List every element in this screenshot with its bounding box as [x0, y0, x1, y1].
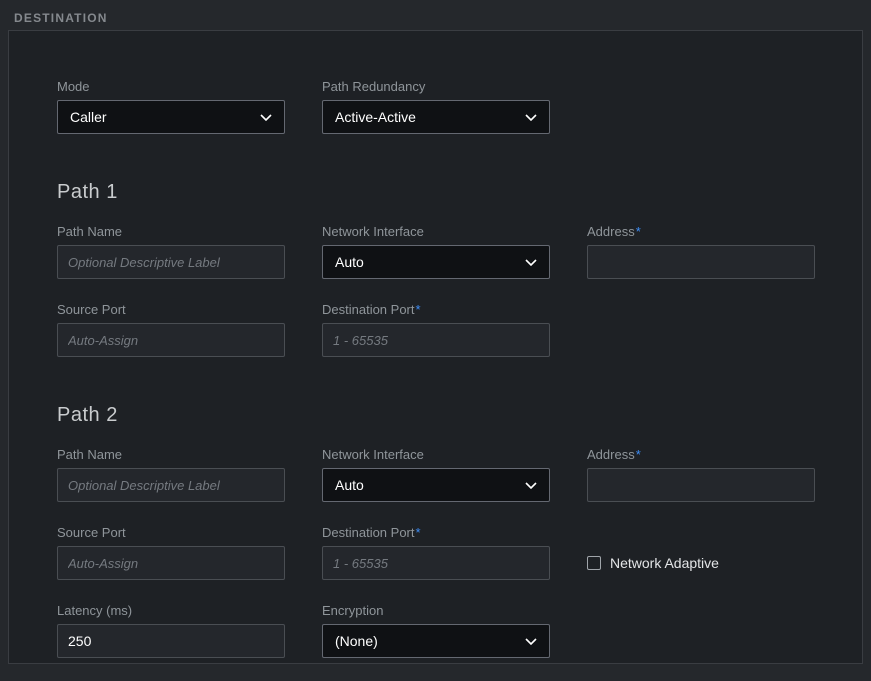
path-redundancy-field: Path Redundancy Active-Active	[322, 79, 550, 134]
path1-name-label: Path Name	[57, 224, 285, 239]
destination-panel: Mode Caller Path Redundancy Active-Activ…	[8, 30, 863, 664]
section-title-destination: DESTINATION	[14, 11, 108, 25]
path-redundancy-label: Path Redundancy	[322, 79, 550, 94]
chevron-down-icon	[525, 114, 537, 121]
latency-input[interactable]	[57, 624, 285, 658]
required-marker: *	[416, 525, 421, 540]
path2-network-interface-label: Network Interface	[322, 447, 550, 462]
mode-select-value: Caller	[70, 109, 107, 125]
path1-heading: Path 1	[57, 181, 815, 204]
path1-destination-port-input[interactable]	[322, 323, 550, 357]
encryption-label: Encryption	[322, 603, 550, 618]
chevron-down-icon	[525, 259, 537, 266]
path2-network-interface-value: Auto	[335, 477, 364, 493]
path2-source-port-field: Source Port	[57, 525, 285, 580]
path2-network-interface-select[interactable]: Auto	[322, 468, 550, 502]
path2-name-input[interactable]	[57, 468, 285, 502]
path1-network-interface-select[interactable]: Auto	[322, 245, 550, 279]
path1-source-port-field: Source Port	[57, 302, 285, 357]
path1-destination-port-label: Destination Port	[322, 302, 415, 317]
path2-destination-port-input[interactable]	[322, 546, 550, 580]
network-adaptive-label: Network Adaptive	[610, 555, 719, 571]
path1-network-interface-field: Network Interface Auto	[322, 224, 550, 279]
path1-name-input[interactable]	[57, 245, 285, 279]
path2-address-field: Address*	[587, 447, 815, 502]
encryption-select[interactable]: (None)	[322, 624, 550, 658]
path2-destination-port-field: Destination Port*	[322, 525, 550, 580]
path1-address-input[interactable]	[587, 245, 815, 279]
path1-source-port-label: Source Port	[57, 302, 285, 317]
path2-destination-port-label: Destination Port	[322, 525, 415, 540]
latency-label: Latency (ms)	[57, 603, 285, 618]
mode-field: Mode Caller	[57, 79, 285, 134]
path2-source-port-input[interactable]	[57, 546, 285, 580]
path1-network-interface-value: Auto	[335, 254, 364, 270]
mode-label: Mode	[57, 79, 285, 94]
path2-network-interface-field: Network Interface Auto	[322, 447, 550, 502]
path2-name-label: Path Name	[57, 447, 285, 462]
path2-source-port-label: Source Port	[57, 525, 285, 540]
path1-address-field: Address*	[587, 224, 815, 279]
chevron-down-icon	[525, 482, 537, 489]
required-marker: *	[636, 224, 641, 239]
mode-select[interactable]: Caller	[57, 100, 285, 134]
network-adaptive-checkbox[interactable]	[587, 556, 601, 570]
required-marker: *	[416, 302, 421, 317]
required-marker: *	[636, 447, 641, 462]
path2-address-input[interactable]	[587, 468, 815, 502]
chevron-down-icon	[260, 114, 272, 121]
path1-address-label: Address	[587, 224, 635, 239]
path1-source-port-input[interactable]	[57, 323, 285, 357]
encryption-field: Encryption (None)	[322, 603, 550, 658]
latency-field: Latency (ms)	[57, 603, 285, 658]
path1-network-interface-label: Network Interface	[322, 224, 550, 239]
encryption-select-value: (None)	[335, 633, 378, 649]
path1-name-field: Path Name	[57, 224, 285, 279]
path-redundancy-select-value: Active-Active	[335, 109, 416, 125]
network-adaptive-field: Network Adaptive	[587, 525, 815, 580]
path2-heading: Path 2	[57, 404, 815, 427]
path2-address-label: Address	[587, 447, 635, 462]
path2-name-field: Path Name	[57, 447, 285, 502]
path-redundancy-select[interactable]: Active-Active	[322, 100, 550, 134]
path1-destination-port-field: Destination Port*	[322, 302, 550, 357]
chevron-down-icon	[525, 638, 537, 645]
